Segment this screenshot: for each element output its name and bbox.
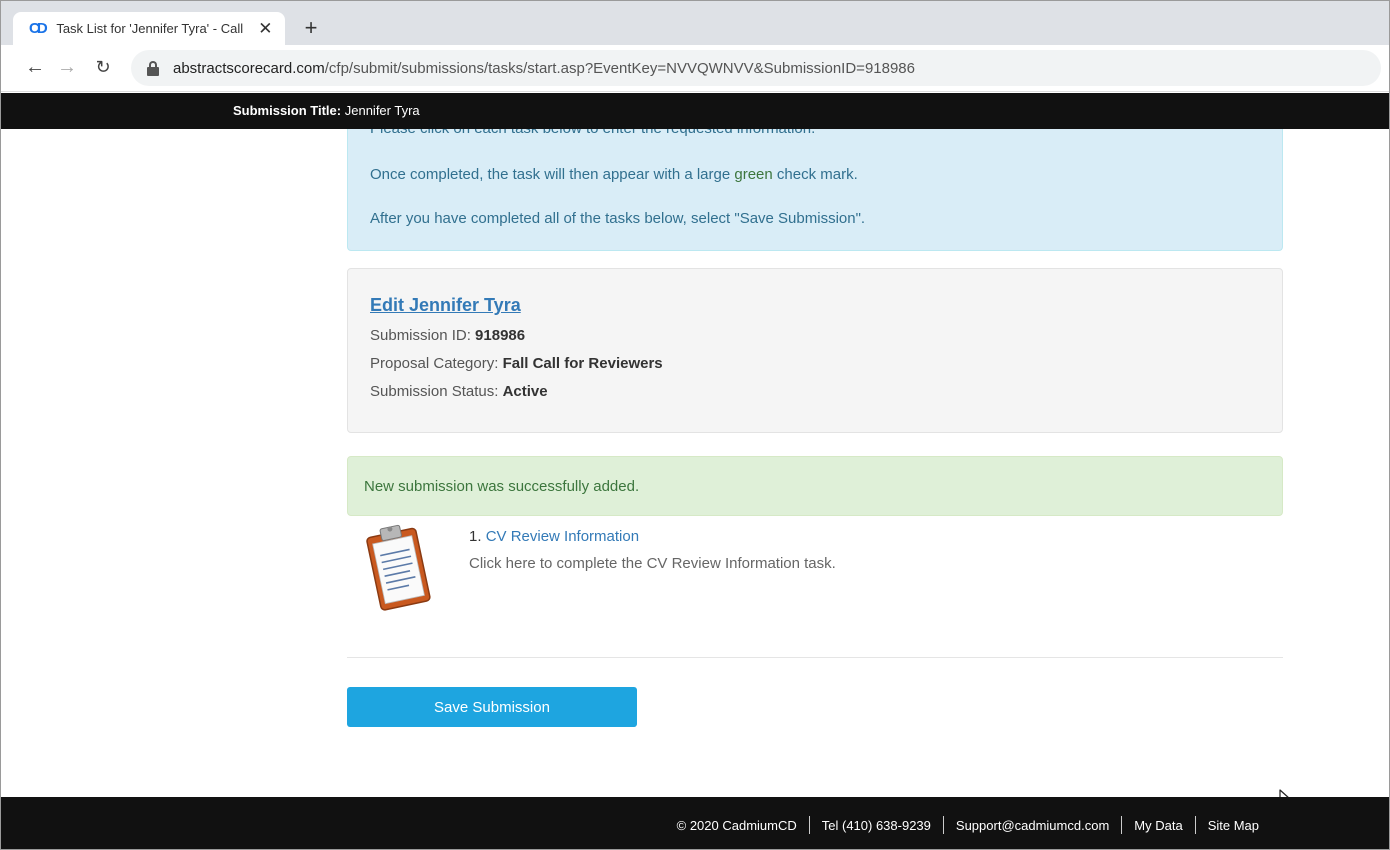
submission-id-row: Submission ID: 918986 <box>370 327 525 344</box>
url-host: abstractscorecard.com <box>173 59 325 77</box>
proposal-category-value: Fall Call for Reviewers <box>502 355 663 372</box>
url-path: /cfp/submit/submissions/tasks/start.asp?… <box>324 59 915 77</box>
instruction-green-word: green <box>734 166 773 183</box>
forward-arrow-icon[interactable]: → <box>55 55 79 79</box>
footer-tel[interactable]: Tel (410) 638-9239 <box>810 818 943 833</box>
instruction-line-2: Once completed, the task will then appea… <box>370 166 858 183</box>
footer-copyright: © 2020 CadmiumCD <box>676 817 797 833</box>
submission-summary: Edit Jennifer Tyra Submission ID: 918986… <box>347 268 1283 433</box>
submission-status-row: Submission Status: Active <box>370 383 548 400</box>
new-tab-icon[interactable]: + <box>299 16 323 40</box>
success-alert: New submission was successfully added. <box>347 456 1283 516</box>
reload-icon[interactable]: ↻ <box>91 55 115 79</box>
clipboard-icon[interactable] <box>359 522 439 612</box>
task-item[interactable]: 1. CV Review Information Click here to c… <box>347 522 1283 618</box>
instructions-box: Please click on each task below to enter… <box>347 129 1283 251</box>
browser-toolbar: ← → ↻ abstractscorecard.com/cfp/submit/s… <box>1 45 1389 92</box>
instruction-text: Once completed, the task will then appea… <box>370 166 735 183</box>
proposal-category-label: Proposal Category: <box>370 355 503 372</box>
submission-status-label: Submission Status: <box>370 383 503 400</box>
save-submission-button[interactable]: Save Submission <box>347 687 637 727</box>
submission-id-value: 918986 <box>475 327 526 344</box>
submission-status-value: Active <box>502 383 548 400</box>
divider <box>347 657 1283 658</box>
task-title: 1. CV Review Information <box>469 528 639 545</box>
url-text[interactable]: abstractscorecard.com/cfp/submit/submiss… <box>173 60 915 77</box>
success-message: New submission was successfully added. <box>364 478 640 495</box>
address-bar[interactable]: abstractscorecard.com/cfp/submit/submiss… <box>131 50 1381 86</box>
tab-strip: CD Task List for 'Jennifer Tyra' - Call … <box>1 1 1389 45</box>
footer-site-map-link[interactable]: Site Map <box>1196 818 1271 833</box>
submission-title-label: Submission Title: <box>233 103 342 118</box>
close-icon[interactable]: ✕ <box>256 19 275 39</box>
proposal-category-row: Proposal Category: Fall Call for Reviewe… <box>370 355 663 372</box>
submission-title-value: Jennifer Tyra <box>344 103 420 118</box>
browser-tab[interactable]: CD Task List for 'Jennifer Tyra' - Call … <box>13 12 285 45</box>
instruction-text: check mark. <box>772 166 858 183</box>
cadmium-favicon-icon: CD <box>29 19 48 37</box>
task-link[interactable]: CV Review Information <box>486 528 639 545</box>
back-arrow-icon[interactable]: ← <box>23 55 47 79</box>
task-description[interactable]: Click here to complete the CV Review Inf… <box>469 555 836 572</box>
edit-submission-link[interactable]: Edit Jennifer Tyra <box>370 295 521 316</box>
task-number: 1. <box>469 528 486 545</box>
lock-icon[interactable] <box>145 60 161 76</box>
instruction-line-3: After you have completed all of the task… <box>370 210 866 227</box>
submission-id-label: Submission ID: <box>370 327 476 344</box>
instruction-line-1: Please click on each task below to enter… <box>370 129 815 137</box>
submission-title-bar: Submission Title: Jennifer Tyra <box>1 93 1389 129</box>
footer: © 2020 CadmiumCD Tel (410) 638-9239 Supp… <box>1 797 1389 849</box>
tab-title: Task List for 'Jennifer Tyra' - Call f <box>56 21 246 36</box>
footer-my-data-link[interactable]: My Data <box>1122 818 1194 833</box>
browser-window: CD Task List for 'Jennifer Tyra' - Call … <box>0 0 1390 850</box>
footer-email-link[interactable]: Support@cadmiumcd.com <box>944 818 1121 833</box>
